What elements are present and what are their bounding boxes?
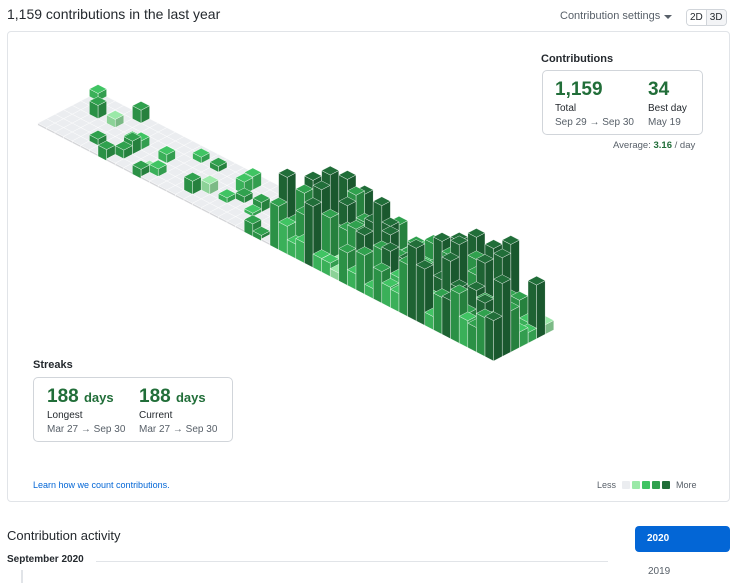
best-day-label: Best day <box>648 103 687 114</box>
contribution-settings-dropdown[interactable]: Contribution settings <box>560 10 673 22</box>
cell-side-left <box>476 312 486 357</box>
average-per-day: Average: 3.16 / day <box>613 140 695 151</box>
view-toggle: 2D 3D <box>686 9 727 26</box>
cell-side-left <box>304 201 314 268</box>
longest-streak-stat: 188 days Longest Mar 27 → Sep 30 <box>47 386 125 435</box>
cell-side-left <box>459 315 468 348</box>
contributions-heading: Contributions <box>541 53 614 65</box>
cell-side-left <box>373 266 382 304</box>
cell-side-left <box>416 264 425 326</box>
current-streak-range: Mar 27 → Sep 30 <box>139 424 218 435</box>
view-3d-button[interactable]: 3D <box>705 10 726 25</box>
total-value: 1,159 <box>555 79 603 100</box>
streaks-card: 188 days Longest Mar 27 → Sep 30 188 day… <box>33 377 233 442</box>
contribution-activity-heading: Contribution activity <box>7 528 121 543</box>
legend-level-4 <box>662 481 671 489</box>
legend-level-1 <box>632 481 641 489</box>
caret-down-icon <box>664 14 673 19</box>
cell-side-left <box>398 259 408 317</box>
longest-streak-value: 188 <box>47 386 79 407</box>
cell-side-right <box>502 278 511 357</box>
cell-side-left <box>484 315 494 362</box>
cell-side-left <box>355 250 365 295</box>
cell-side-left <box>269 201 279 251</box>
cell-side-left <box>450 288 460 344</box>
total-label: Total <box>555 103 577 114</box>
month-heading: September 2020 <box>7 554 84 565</box>
total-range: Sep 29 → Sep 30 <box>555 117 634 128</box>
legend-level-3 <box>652 481 661 489</box>
view-2d-button[interactable]: 2D <box>687 10 706 25</box>
contribution-graph-panel: Contributions 1,159 Total Sep 29 → Sep 3… <box>7 31 730 502</box>
contribution-settings-label: Contribution settings <box>560 10 661 22</box>
legend-more-label: More <box>676 480 697 490</box>
current-streak-label: Current <box>139 410 173 421</box>
contributions-card: 1,159 Total Sep 29 → Sep 30 34 Best day … <box>542 70 703 135</box>
cell-side-left <box>407 243 417 322</box>
cell-side-right <box>510 306 520 353</box>
total-stat: 1,159 Total Sep 29 → Sep 30 <box>555 79 634 128</box>
cell-side-left <box>278 221 288 255</box>
best-day-stat: 34 Best day May 19 <box>648 79 687 128</box>
contributions-title: 1,159 contributions in the last year <box>7 6 221 22</box>
current-streak-value: 188 <box>139 386 171 407</box>
streaks-heading: Streaks <box>33 359 73 371</box>
best-day-date: May 19 <box>648 117 681 128</box>
legend-level-0 <box>622 481 631 489</box>
color-legend: Less More <box>597 480 697 490</box>
learn-how-link[interactable]: Learn how we count contributions. <box>33 480 170 490</box>
average-label: Average: <box>613 140 651 151</box>
cell-side-left <box>338 248 348 286</box>
longest-streak-label: Longest <box>47 410 83 421</box>
timeline-line <box>21 570 23 583</box>
average-unit: / day <box>674 140 696 151</box>
cell-side-left <box>433 292 443 335</box>
current-streak-unit: days <box>175 390 206 405</box>
current-streak-stat: 188 days Current Mar 27 → Sep 30 <box>139 386 217 435</box>
month-divider <box>96 561 608 562</box>
year-2020-button[interactable]: 2020 <box>635 526 730 552</box>
cell-side-right <box>536 280 546 340</box>
legend-level-2 <box>642 481 651 489</box>
year-2019-link[interactable]: 2019 <box>648 566 670 577</box>
best-day-value: 34 <box>648 79 670 100</box>
cell-side-right <box>493 315 503 362</box>
longest-streak-range: Mar 27 → Sep 30 <box>47 424 126 435</box>
legend-less-label: Less <box>597 480 617 490</box>
cell-side-left <box>467 322 477 353</box>
longest-streak-unit: days <box>83 390 114 405</box>
average-value: 3.16 <box>653 140 673 151</box>
cell-side-left <box>441 295 451 340</box>
